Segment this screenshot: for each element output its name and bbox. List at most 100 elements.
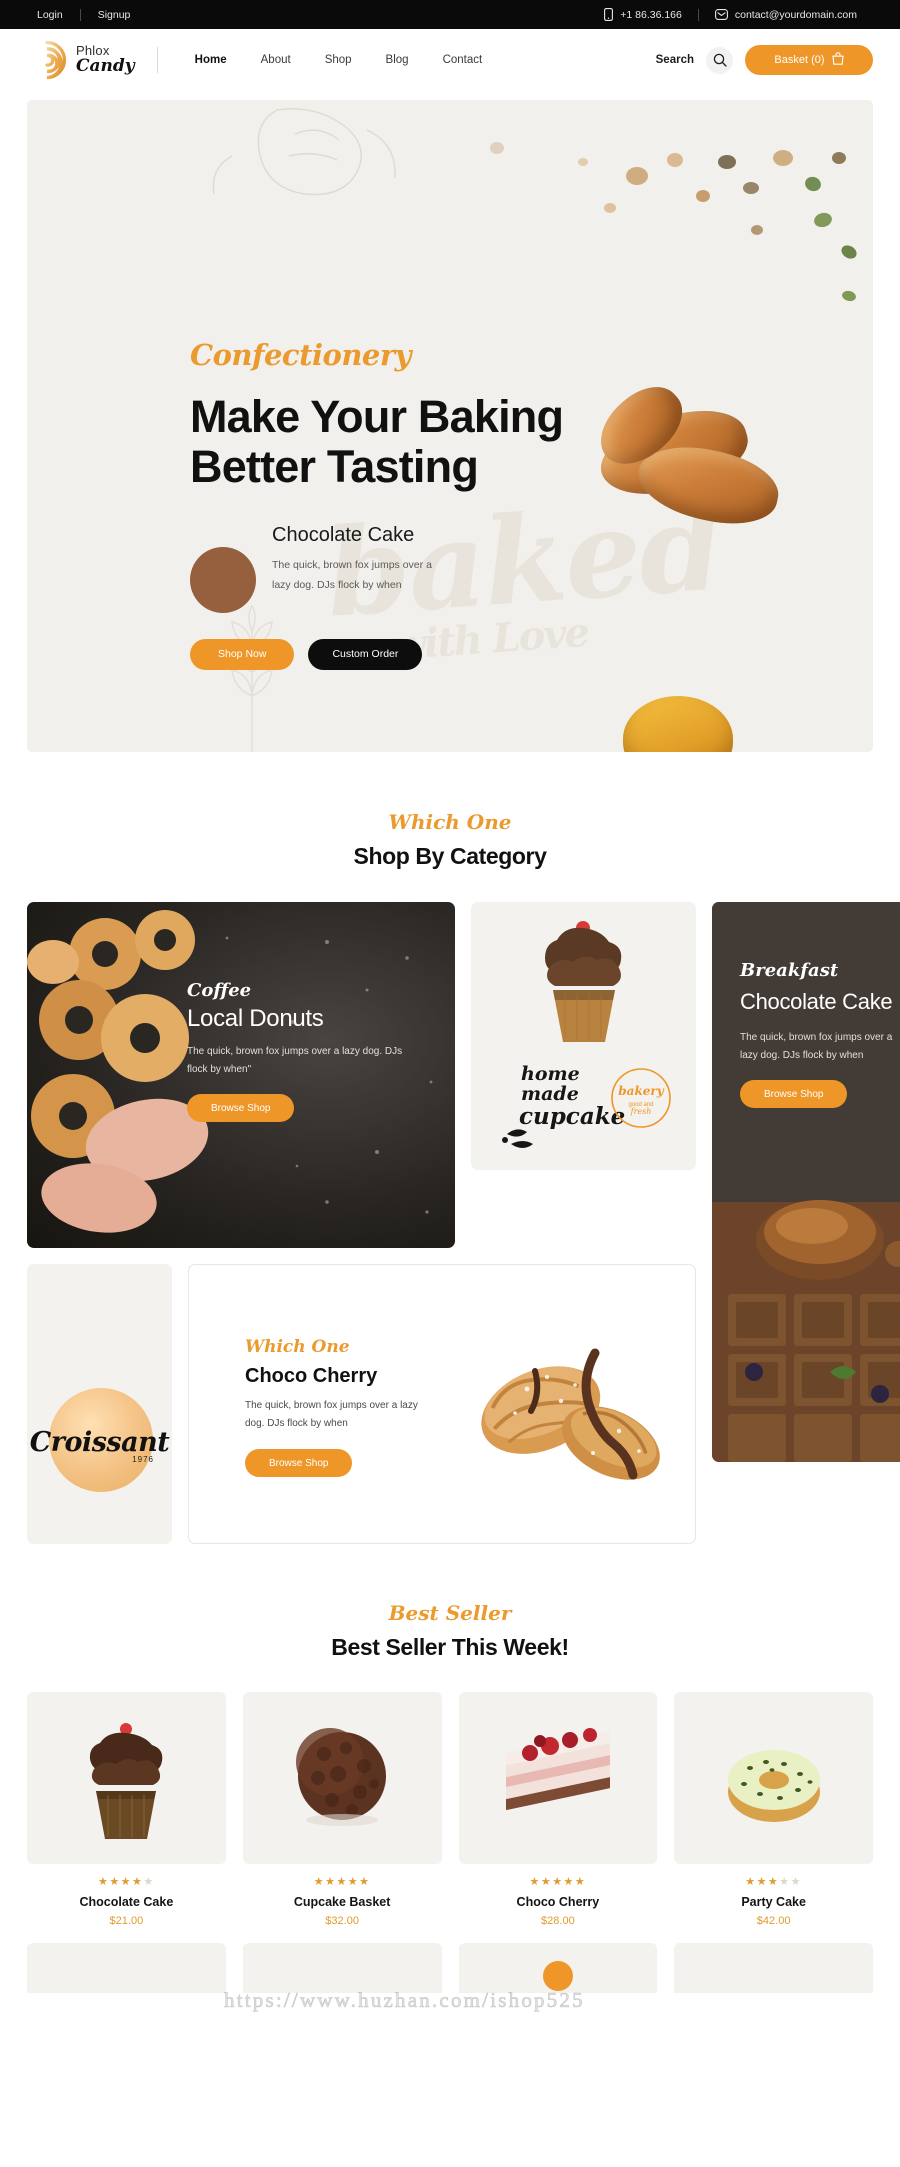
brand-name-bottom: Candy (76, 55, 135, 76)
donuts-title: Local Donuts (187, 1005, 324, 1032)
nav-item-about[interactable]: About (244, 54, 308, 66)
search-label[interactable]: Search (656, 54, 694, 66)
hero-banner: baked with Love Confectionery Make Your … (27, 100, 873, 752)
search-icon[interactable] (706, 46, 733, 74)
phone-item[interactable]: +1 86.36.166 (588, 8, 698, 21)
category-eyebrow: Which One (388, 810, 512, 834)
category-section-heading: Which One Shop By Category (0, 810, 900, 870)
cookie-image (190, 546, 256, 613)
product-price: $32.00 (325, 1915, 359, 1927)
croissant-word: Croissant (29, 1427, 170, 1458)
rating-stars: ★★★★★ (745, 1876, 803, 1888)
rating-stars: ★★★★★ (313, 1876, 371, 1888)
rating-stars: ★★★★★ (529, 1876, 587, 1888)
product-thumbnail-cherry-slice (458, 1692, 658, 1864)
hero-eyebrow: Confectionery (190, 338, 412, 372)
hero-product-description: The quick, brown fox jumps over a lazy d… (272, 559, 432, 591)
donuts-description: The quick, brown fox jumps over a lazy d… (187, 1046, 403, 1075)
svg-text:cupcake: cupcake (519, 1103, 625, 1130)
category-card-home-made-cupcake[interactable]: home made cupcake bakery good and fresh (471, 902, 696, 1170)
product-card[interactable]: ★★★★★ Party Cake $42.00 (674, 1692, 873, 1927)
category-card-breakfast-chocolate-cake[interactable]: Breakfast Chocolate Cake The quick, brow… (712, 902, 900, 1462)
choco-cherry-croissant-photo (481, 1348, 660, 1480)
cherry-cake-slice-image (505, 1728, 610, 1811)
basket-button[interactable]: Basket (0) (745, 45, 873, 75)
svg-text:bakery: bakery (618, 1084, 664, 1098)
product-card[interactable]: ★★★★★ Choco Cherry $28.00 (458, 1692, 658, 1927)
product-grid: ★★★★★ Chocolate Cake $21.00 ★★★★★ Cupcak… (27, 1692, 873, 1927)
svg-text:home: home (521, 1063, 580, 1085)
product-name: Chocolate Cake (79, 1895, 174, 1909)
product-thumbnail-chocolate-truffle (242, 1692, 442, 1864)
top-bar-contact: +1 86.36.166 contact@yourdomain.com (588, 8, 873, 21)
email-item[interactable]: contact@yourdomain.com (699, 9, 873, 21)
next-product-row-partial (27, 1943, 873, 1993)
sale-badge (542, 1961, 573, 1991)
party-cake-donut-image (727, 1750, 820, 1822)
product-card-partial[interactable] (27, 1943, 226, 1993)
category-title: Shop By Category (353, 843, 547, 869)
top-bar: Login Signup +1 86.36.166 contact@yourdo… (0, 0, 900, 29)
breakfast-browse-shop-button[interactable]: Browse Shop (740, 1080, 848, 1109)
nav-item-blog[interactable]: Blog (369, 54, 426, 66)
custom-order-button[interactable]: Custom Order (308, 638, 423, 670)
cupcake-lettering: home made cupcake bakery good and fresh (502, 1063, 671, 1148)
breakfast-eyebrow: Breakfast (740, 960, 839, 981)
phone-number: +1 86.36.166 (620, 8, 682, 21)
nav-item-shop[interactable]: Shop (308, 54, 369, 66)
product-card[interactable]: ★★★★★ Chocolate Cake $21.00 (27, 1692, 226, 1927)
chocolate-cupcake-image (90, 1723, 163, 1839)
category-card-choco-cherry[interactable]: Which One Choco Cherry The quick, brown … (188, 1264, 696, 1544)
hero-title: Make Your Baking Better Tasting (190, 391, 564, 493)
cherry-title: Choco Cherry (245, 1365, 378, 1387)
bestseller-section-heading: Best Seller Best Seller This Week! (0, 1601, 900, 1661)
spiral-logo-icon (27, 40, 67, 80)
croissant-number: 1976 (132, 1455, 154, 1464)
product-price: $28.00 (541, 1915, 575, 1927)
envelope-icon (714, 9, 728, 20)
product-card-partial[interactable] (242, 1943, 442, 1993)
nav-item-contact[interactable]: Contact (426, 54, 500, 66)
cherry-browse-shop-button[interactable]: Browse Shop (245, 1449, 353, 1477)
email-address: contact@yourdomain.com (734, 8, 857, 21)
donuts-browse-shop-button[interactable]: Browse Shop (187, 1094, 295, 1122)
product-price: $21.00 (109, 1915, 144, 1927)
login-link[interactable]: Login (27, 9, 80, 21)
category-card-local-donuts[interactable]: Coffee Local Donuts The quick, brown fox… (27, 902, 455, 1248)
product-card[interactable]: ★★★★★ Cupcake Basket $32.00 (242, 1692, 442, 1927)
mobile-icon (604, 8, 614, 21)
product-name: Party Cake (741, 1895, 806, 1909)
chocolate-truffle-image (296, 1728, 387, 1826)
site-header: Phlox Candy Home About Shop Blog Contact… (0, 29, 900, 91)
category-card-croissant[interactable]: Croissant 1976 (27, 1264, 172, 1544)
tart-image (623, 696, 733, 752)
rating-stars: ★★★★★ (97, 1876, 155, 1888)
product-card-partial[interactable] (458, 1943, 658, 1993)
signup-link[interactable]: Signup (81, 9, 148, 21)
product-card-partial[interactable] (674, 1943, 873, 1993)
category-grid: Coffee Local Donuts The quick, brown fox… (27, 902, 900, 1544)
basket-label: Basket (0) (774, 54, 825, 66)
bestseller-title: Best Seller This Week! (331, 1634, 569, 1660)
top-bar-account-links: Login Signup (27, 8, 148, 21)
product-price: $42.00 (756, 1915, 791, 1927)
product-name: Cupcake Basket (293, 1895, 391, 1909)
hero-product-title: Chocolate Cake (272, 523, 415, 546)
product-thumbnail-chocolate-cupcake (27, 1692, 226, 1864)
shop-now-button[interactable]: Shop Now (190, 638, 295, 670)
basket-icon (831, 52, 844, 68)
donuts-eyebrow: Coffee (187, 980, 252, 1001)
cherry-eyebrow: Which One (245, 1337, 350, 1357)
svg-text:fresh: fresh (630, 1107, 652, 1116)
breakfast-title: Chocolate Cake (740, 989, 893, 1014)
product-name: Choco Cherry (516, 1895, 600, 1909)
product-thumbnail-pistachio-donut (674, 1692, 873, 1864)
cherry-description: The quick, brown fox jumps over a lazy d… (245, 1400, 418, 1429)
logo[interactable]: Phlox Candy (27, 40, 135, 80)
nav-item-home[interactable]: Home (178, 54, 244, 66)
bestseller-eyebrow: Best Seller (388, 1601, 512, 1625)
header-divider (156, 47, 158, 73)
svg-text:made: made (521, 1083, 579, 1105)
main-navigation: Home About Shop Blog Contact (178, 54, 500, 66)
breakfast-description: The quick, brown fox jumps over a lazy d… (740, 1032, 893, 1061)
